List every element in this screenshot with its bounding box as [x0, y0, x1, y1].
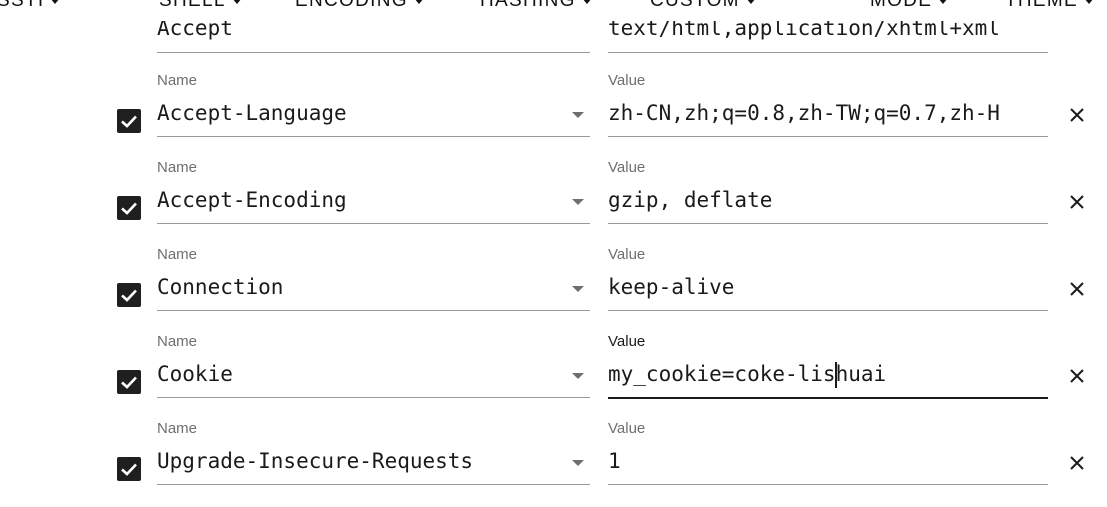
dropdown-arrow-icon[interactable] [572, 460, 584, 466]
check-icon [121, 376, 137, 389]
header-value-underline [608, 52, 1048, 53]
header-name-underline [157, 310, 590, 311]
header-name-field[interactable]: Name Accept-Language [157, 72, 590, 138]
enable-checkbox[interactable] [117, 109, 141, 133]
header-name-value: Cookie [157, 362, 233, 386]
enable-checkbox[interactable] [117, 370, 141, 394]
enable-checkbox[interactable] [117, 196, 141, 220]
header-value-text: my_cookie=coke-lishuai [608, 359, 886, 389]
dropdown-arrow-icon[interactable] [572, 112, 584, 118]
header-value-field[interactable]: Value zh-CN,zh;q=0.8,zh-TW;q=0.7,zh-H [608, 72, 1048, 138]
header-value-text: 1 [608, 449, 621, 473]
value-before-cursor: my_cookie=coke-lis [608, 362, 836, 386]
header-name-field[interactable]: Name Accept-Encoding [157, 159, 590, 225]
remove-header-button[interactable] [1064, 189, 1090, 215]
header-value-underline [608, 310, 1048, 311]
enable-checkbox[interactable] [117, 283, 141, 307]
remove-header-button[interactable] [1064, 276, 1090, 302]
header-value-underline [608, 136, 1048, 137]
header-value-underline [608, 397, 1048, 399]
name-label: Name [157, 420, 198, 437]
header-value-field-focused[interactable]: Value my_cookie=coke-lishuai [608, 333, 1048, 399]
header-name-underline [157, 397, 590, 398]
close-icon [1070, 369, 1084, 383]
header-value-text: text/html,application/xhtml+xml [608, 16, 1000, 40]
header-name-value: Accept-Encoding [157, 188, 347, 212]
remove-header-button[interactable] [1064, 363, 1090, 389]
header-name-field[interactable]: Name Cookie [157, 333, 590, 399]
close-icon [1070, 195, 1084, 209]
value-label: Value [608, 72, 646, 89]
value-label: Value [608, 420, 646, 437]
headers-list: Accept text/html,application/xhtml+xml N… [0, 0, 1107, 506]
header-name-underline [157, 223, 590, 224]
header-row: Name Cookie Value my_cookie=coke-lishuai [0, 333, 1107, 420]
name-label: Name [157, 72, 198, 89]
header-value-field[interactable]: Value keep-alive [608, 246, 1048, 312]
value-label: Value [608, 333, 646, 350]
header-value-text: keep-alive [608, 275, 735, 299]
header-name-value: Upgrade-Insecure-Requests [157, 449, 474, 473]
name-label: Name [157, 159, 198, 176]
header-row-partial: Accept text/html,application/xhtml+xml [0, 0, 1107, 54]
header-row: Name Upgrade-Insecure-Requests Value 1 [0, 420, 1107, 507]
enable-checkbox[interactable] [117, 457, 141, 481]
header-name-value: Connection [157, 275, 284, 299]
header-name-underline [157, 136, 590, 137]
check-icon [121, 115, 137, 128]
header-value-field[interactable]: Value 1 [608, 420, 1048, 486]
header-row: Name Accept-Encoding Value gzip, deflate [0, 159, 1107, 246]
header-value-field[interactable]: Value gzip, deflate [608, 159, 1048, 225]
close-icon [1070, 282, 1084, 296]
header-name-field[interactable]: Name Connection [157, 246, 590, 312]
close-icon [1070, 108, 1084, 122]
name-label: Name [157, 333, 198, 350]
value-label: Value [608, 159, 646, 176]
header-value-underline [608, 484, 1048, 485]
header-name-underline [157, 52, 590, 53]
header-name-value: Accept-Language [157, 101, 347, 125]
header-name-value: Accept [157, 16, 233, 40]
dropdown-arrow-icon[interactable] [572, 373, 584, 379]
header-row: Name Connection Value keep-alive [0, 246, 1107, 333]
header-value-underline [608, 223, 1048, 224]
name-label: Name [157, 246, 198, 263]
remove-header-button[interactable] [1064, 450, 1090, 476]
header-value-field[interactable]: text/html,application/xhtml+xml [608, 0, 1048, 54]
header-value-text: zh-CN,zh;q=0.8,zh-TW;q=0.7,zh-H [608, 101, 1000, 125]
check-icon [121, 463, 137, 476]
check-icon [121, 202, 137, 215]
header-name-field[interactable]: Accept [157, 0, 590, 54]
header-name-field[interactable]: Name Upgrade-Insecure-Requests [157, 420, 590, 486]
remove-header-button[interactable] [1064, 102, 1090, 128]
value-label: Value [608, 246, 646, 263]
dropdown-arrow-icon[interactable] [572, 199, 584, 205]
close-icon [1070, 456, 1084, 470]
value-after-cursor: huai [835, 362, 887, 386]
check-icon [121, 289, 137, 302]
header-name-underline [157, 484, 590, 485]
header-row: Name Accept-Language Value zh-CN,zh;q=0.… [0, 72, 1107, 159]
header-value-text: gzip, deflate [608, 188, 773, 212]
dropdown-arrow-icon[interactable] [572, 286, 584, 292]
